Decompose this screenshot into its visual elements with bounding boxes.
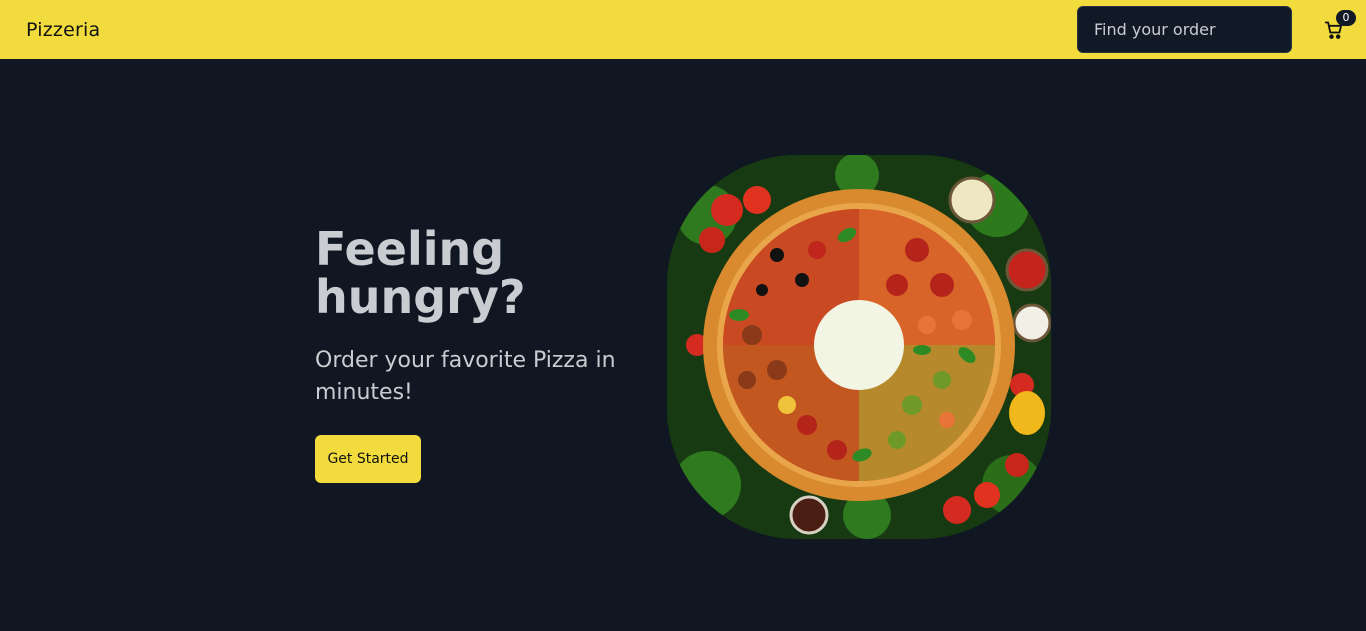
nav-actions: 0 <box>1077 6 1356 53</box>
cart-count-badge: 0 <box>1336 9 1356 26</box>
hero-subtitle: Order your favorite Pizza in minutes! <box>315 348 616 405</box>
hero-section: Feeling hungry? Order your favorite Pizz… <box>0 59 1366 631</box>
hero-text: Feeling hungry? Order your favorite Pizz… <box>315 225 635 483</box>
hero-title: Feeling hungry? <box>315 222 526 324</box>
navbar: Pizzeria 0 <box>0 0 1366 59</box>
pizza-hero-image <box>667 155 1051 539</box>
pizza-illustration <box>667 155 1051 539</box>
brand-logo[interactable]: Pizzeria <box>26 19 100 41</box>
search-input[interactable] <box>1077 6 1292 53</box>
get-started-button[interactable]: Get Started <box>315 435 421 483</box>
cart-button[interactable]: 0 <box>1322 9 1356 42</box>
